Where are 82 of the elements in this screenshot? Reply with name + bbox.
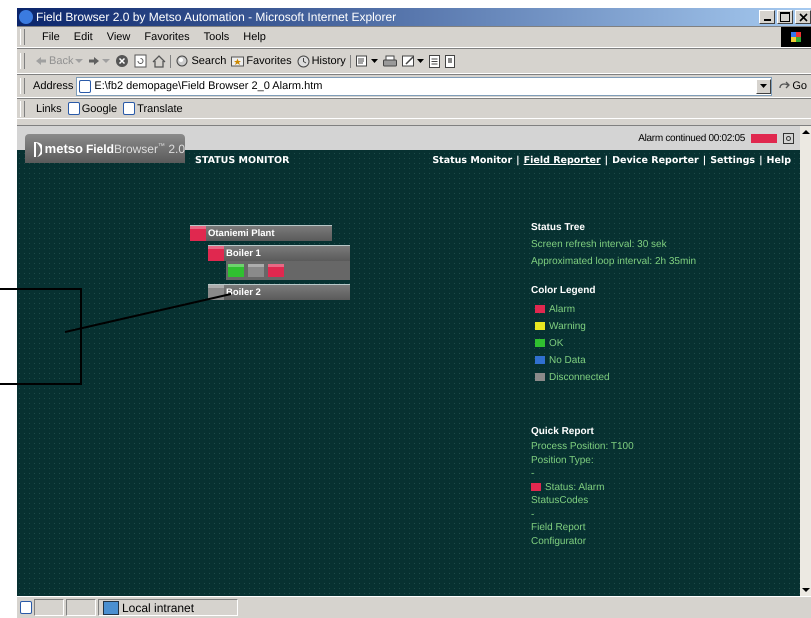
link-button[interactable]: Translate (123, 102, 183, 115)
alarm-text: Alarm continued 00:02:05 (638, 132, 745, 144)
report-text: - (531, 468, 534, 480)
settings-icon[interactable] (783, 132, 794, 144)
windows-logo-icon (781, 27, 811, 47)
swoosh-icon (33, 140, 42, 158)
nav-link[interactable]: Device Reporter (612, 154, 699, 166)
nav-link[interactable]: Status Monitor (432, 154, 512, 166)
dropdown-button[interactable] (756, 78, 772, 94)
menu-item[interactable]: Edit (72, 31, 95, 43)
zone-indicator: Local intranet (98, 599, 238, 616)
links-label: Links (36, 102, 62, 114)
legend-label: OK (549, 338, 564, 348)
info-text: Approximated loop interval: 2h 35min (531, 256, 696, 269)
close-icon (798, 12, 808, 22)
quick-report-title: Quick Report (531, 426, 595, 439)
window-title: Field Browser 2.0 by Metso Automation - Microsoft Internet Explorer (36, 10, 398, 24)
nav-link[interactable]: Field Reporter (524, 154, 601, 166)
menu-item[interactable]: Help (241, 31, 268, 43)
legend-title: Color Legend (531, 285, 596, 298)
refresh-button[interactable] (134, 54, 148, 68)
nav-separator: | (702, 154, 706, 166)
status-pane (66, 599, 96, 616)
star-folder-icon (231, 55, 244, 67)
report-text: StatusCodes (531, 495, 588, 506)
tree-node[interactable]: Otaniemi Plant (190, 225, 332, 241)
discuss-button[interactable] (428, 54, 440, 68)
scrollbar[interactable] (800, 126, 811, 596)
mail-button[interactable] (356, 55, 378, 67)
menu-item[interactable]: View (104, 31, 132, 43)
minimize-button[interactable] (759, 10, 775, 24)
report-text: - (531, 508, 534, 520)
logo-brand: metso (44, 141, 83, 156)
address-field[interactable]: E:\fb2 demopage\Field Browser 2_0 Alarm.htm (76, 76, 772, 96)
caret-icon[interactable] (416, 59, 424, 63)
stop-button[interactable] (115, 54, 130, 68)
go-button[interactable]: Go (775, 80, 811, 92)
menu-item[interactable]: File (40, 31, 62, 43)
messenger-button[interactable] (444, 54, 455, 68)
arrow-icon (779, 81, 790, 91)
favorites-button[interactable]: Favorites (231, 55, 292, 67)
report-text: Status: Alarm (545, 482, 604, 493)
maximize-button[interactable] (777, 10, 793, 24)
forward-button[interactable] (88, 56, 110, 66)
nav-separator: | (516, 154, 520, 166)
report-text: Field Report (531, 522, 586, 534)
nav-separator: | (759, 154, 763, 166)
report-text: Process Position: T100 (531, 441, 634, 452)
report-text: Position Type: (531, 454, 594, 466)
status-pane (34, 599, 64, 616)
menu-item[interactable]: Tools (202, 31, 232, 43)
print-button[interactable] (382, 55, 397, 67)
logo-product: FieldBrowser$^{™}$ 2.0 (86, 142, 185, 156)
nav-separator: | (604, 154, 608, 166)
legend-label: No Data (549, 354, 586, 366)
page-icon (79, 80, 92, 92)
globe-icon (176, 54, 190, 68)
page-status-icon (20, 601, 32, 614)
caret-icon[interactable] (370, 59, 378, 63)
search-button[interactable]: Search (176, 54, 226, 68)
section-title: STATUS MONITOR (195, 154, 290, 166)
forward-arrow-icon (88, 56, 100, 66)
report-text: Configurator (531, 536, 586, 547)
info-text: Screen refresh interval: 30 sek (531, 239, 668, 252)
legend-label: Disconnected (549, 372, 610, 382)
legend-label: Warning (549, 320, 586, 332)
address-label: Address (33, 80, 74, 92)
nav-link[interactable]: Help (766, 154, 791, 166)
back-arrow-icon (35, 56, 47, 66)
clock-icon (296, 54, 310, 68)
menu-item[interactable]: Favorites (142, 31, 192, 43)
tree-node[interactable]: Boiler 1 (208, 245, 350, 261)
home-button[interactable] (152, 54, 172, 68)
status-tree-title: Status Tree (531, 222, 586, 235)
link-button[interactable]: Google (68, 102, 118, 115)
close-button[interactable] (795, 10, 811, 24)
history-button[interactable]: History (296, 54, 351, 68)
browser-icon (19, 10, 33, 24)
edit-button[interactable] (402, 55, 424, 67)
caret-icon (760, 84, 768, 88)
nav-link[interactable]: Settings (710, 154, 756, 166)
legend-label: Alarm (549, 304, 576, 314)
